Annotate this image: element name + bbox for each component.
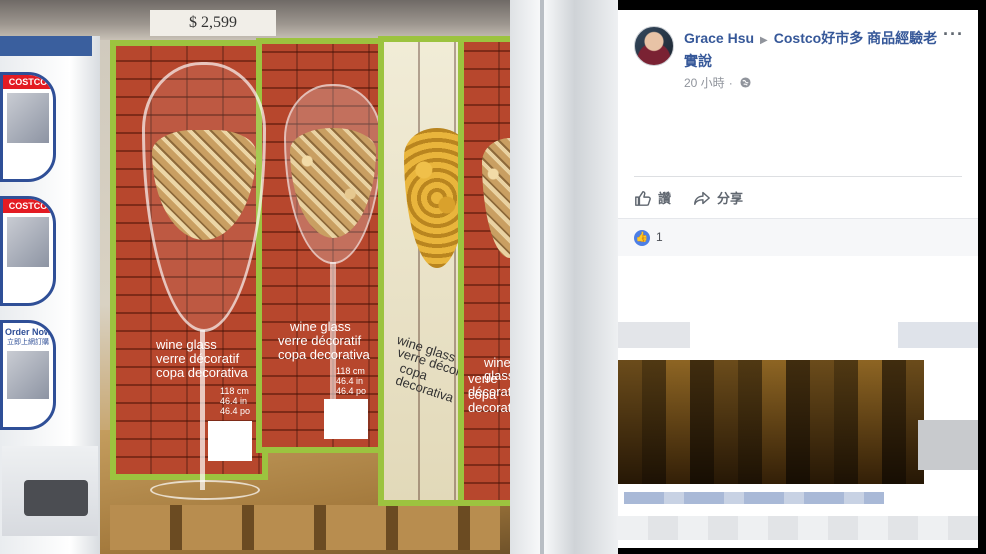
- box-size-line: 46.4 po: [336, 386, 367, 396]
- reaction-count[interactable]: 1: [656, 230, 663, 244]
- fridge-door-edge: [510, 0, 618, 554]
- avatar[interactable]: [634, 26, 674, 66]
- costco-logo: COSTCO: [3, 75, 53, 89]
- post-panel: Grace Hsu ▶ Costco好市多 商品經驗老實說 20 小時 · ··· 讚…: [618, 10, 978, 548]
- sofa-display: [2, 446, 98, 536]
- wine-glass-box: wine glass verre décoratif copa decorati…: [256, 38, 396, 453]
- badge-image: [7, 217, 49, 267]
- like-reaction-icon: 👍: [634, 230, 650, 246]
- display-stand: COSTCO COSTCO Order Now 立即上網訂購: [0, 36, 100, 554]
- badge-image: [7, 351, 49, 399]
- price-tag: $ 2,599: [150, 10, 276, 36]
- share-icon: [694, 191, 710, 205]
- box-label-line: verre décoratif: [156, 351, 240, 366]
- globe-icon[interactable]: [737, 76, 751, 90]
- order-now-text: Order Now: [4, 327, 51, 337]
- wine-glass-stem: [200, 330, 205, 490]
- costco-badge: COSTCO: [0, 196, 56, 306]
- box-size-line: 118 cm: [336, 366, 365, 376]
- box-label-line: copa decorativa: [278, 347, 370, 362]
- author-line: Grace Hsu ▶ Costco好市多 商品經驗老實說: [684, 28, 944, 72]
- separator-dot: ·: [728, 76, 733, 90]
- order-now-badge: Order Now 立即上網訂購: [0, 320, 56, 430]
- pixelated-comment: [618, 310, 978, 548]
- author-name[interactable]: Grace Hsu: [684, 30, 754, 46]
- box-label-line: wine glass: [290, 319, 351, 334]
- reactions-bar[interactable]: 👍 1: [618, 218, 978, 256]
- box-size-line: 46.4 in: [336, 376, 364, 386]
- box-label-line: verre décoratif: [278, 333, 362, 348]
- box-label-line: wine glass: [156, 337, 217, 352]
- post-meta: 20 小時 ·: [684, 74, 751, 91]
- divider: [634, 176, 962, 177]
- costco-badge: COSTCO: [0, 72, 56, 182]
- stand-header: [0, 36, 92, 56]
- order-now-subtext: 立即上網訂購: [7, 339, 49, 346]
- share-button[interactable]: 分享: [693, 188, 743, 207]
- costco-logo: COSTCO: [3, 199, 53, 213]
- share-button-label: 分享: [717, 191, 744, 206]
- like-button-label: 讚: [658, 191, 672, 206]
- box-size-line: 118 cm: [220, 386, 249, 396]
- post-actions: 讚 分享: [634, 188, 743, 207]
- box-info-sticker: [324, 399, 368, 439]
- box-info-sticker: [208, 421, 252, 461]
- wood-pallet: [110, 505, 500, 550]
- box-size-line: 46.4 in: [220, 396, 248, 406]
- box-size-line: 46.4 po: [220, 406, 251, 416]
- post-timestamp[interactable]: 20 小時: [684, 76, 725, 90]
- wine-glass-base: [150, 480, 260, 500]
- post-photo[interactable]: $ 2,599 COSTCO COSTCO Order Now 立即上網訂購 w…: [0, 0, 618, 554]
- triangle-right-icon: ▶: [760, 35, 768, 46]
- more-options-icon[interactable]: ···: [943, 24, 964, 45]
- like-button[interactable]: 讚: [634, 188, 671, 207]
- badge-image: [7, 93, 49, 143]
- thumbs-up-icon: [635, 190, 651, 206]
